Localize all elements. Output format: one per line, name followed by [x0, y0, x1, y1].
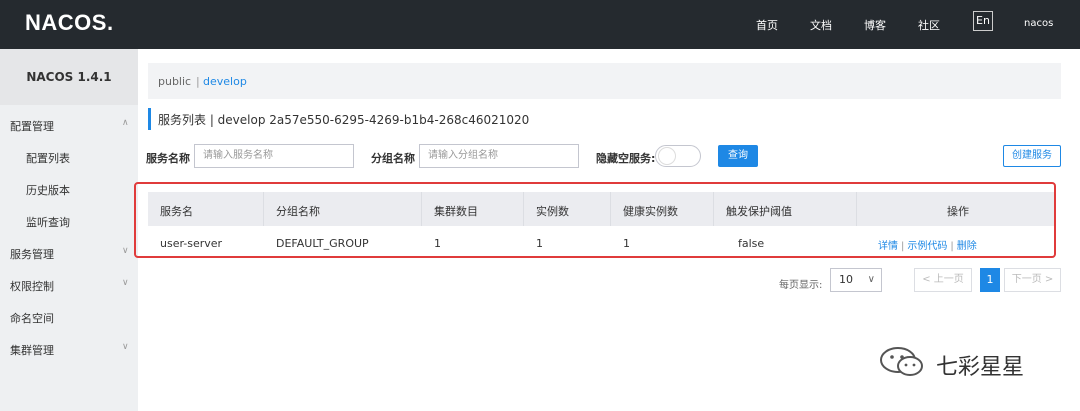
sidebar-item-listener-query[interactable]: 监听查询: [26, 214, 70, 230]
watermark: 七彩星星: [878, 345, 1048, 380]
user-name[interactable]: nacos: [1024, 18, 1053, 29]
prev-page-button[interactable]: < 上一页: [914, 268, 972, 292]
chevron-down-icon: ∨: [122, 278, 129, 288]
search-button[interactable]: 查询: [718, 145, 758, 167]
per-page-label: 每页显示:: [779, 280, 823, 291]
namespace-bar: public | develop: [148, 63, 1061, 99]
chevron-down-icon: ∨: [122, 246, 129, 256]
chevron-down-icon: ∨: [867, 274, 875, 285]
sidebar-item-history[interactable]: 历史版本: [26, 182, 70, 198]
title-accent-bar: [148, 108, 151, 130]
per-page-select[interactable]: 10 ∨: [830, 268, 882, 292]
service-name-input[interactable]: 请输入服务名称: [194, 144, 354, 168]
group-name-label: 分组名称: [371, 152, 415, 165]
sidebar-item-config-list[interactable]: 配置列表: [26, 150, 70, 166]
wechat-icon: [880, 347, 923, 376]
watermark-text: 七彩星星: [936, 355, 1025, 380]
hide-empty-label: 隐藏空服务:: [596, 152, 656, 165]
sidebar: NACOS 1.4.1 配置管理 ∧ 配置列表 历史版本 监听查询 服务管理 ∨…: [0, 49, 138, 411]
sidebar-item-namespace[interactable]: 命名空间: [10, 310, 54, 326]
namespace-separator: |: [196, 75, 200, 88]
version-label: NACOS 1.4.1: [0, 49, 138, 105]
chevron-up-icon: ∧: [122, 118, 129, 128]
language-switch-button[interactable]: En: [973, 11, 993, 31]
top-navbar: NACOS. 首页 文档 博客 社区 En nacos: [0, 0, 1080, 49]
toggle-knob: [658, 147, 676, 165]
next-page-button[interactable]: 下一页 >: [1004, 268, 1061, 292]
sidebar-item-service-management[interactable]: 服务管理: [10, 246, 54, 262]
sidebar-item-config-management[interactable]: 配置管理: [10, 118, 54, 134]
per-page-value: 10: [839, 273, 853, 286]
chevron-down-icon: ∨: [122, 342, 129, 352]
namespace-develop[interactable]: develop: [203, 75, 247, 88]
nav-docs[interactable]: 文档: [810, 17, 832, 33]
sidebar-item-access-control[interactable]: 权限控制: [10, 278, 54, 294]
highlight-box: [134, 182, 1056, 258]
service-name-label: 服务名称: [146, 152, 190, 165]
hide-empty-toggle[interactable]: [655, 145, 701, 167]
nacos-logo[interactable]: NACOS.: [25, 10, 114, 36]
nav-community[interactable]: 社区: [918, 17, 940, 33]
namespace-public[interactable]: public: [158, 75, 191, 88]
sidebar-item-cluster-management[interactable]: 集群管理: [10, 342, 54, 358]
create-service-button[interactable]: 创建服务: [1003, 145, 1061, 167]
current-page-button[interactable]: 1: [980, 268, 1000, 292]
page-title: 服务列表 | develop 2a57e550-6295-4269-b1b4-2…: [158, 113, 530, 127]
nav-blog[interactable]: 博客: [864, 17, 886, 33]
nav-home[interactable]: 首页: [756, 17, 778, 33]
group-name-input[interactable]: 请输入分组名称: [419, 144, 579, 168]
